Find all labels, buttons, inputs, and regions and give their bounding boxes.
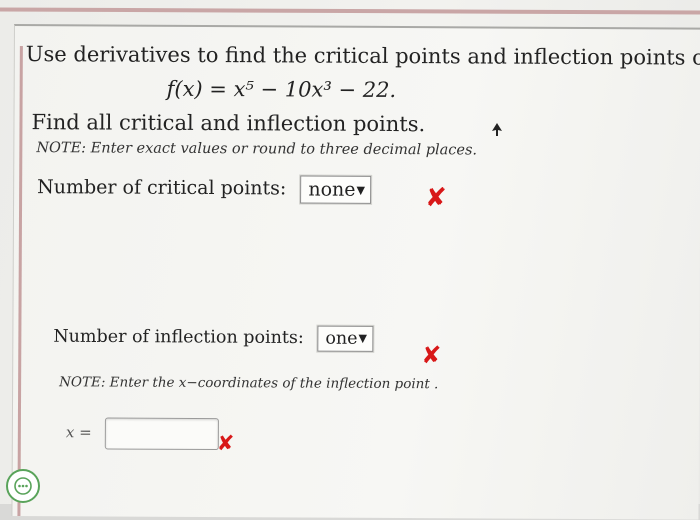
inflection-points-selected-value: one [325,328,358,349]
dropdown-arrow-icon: ▼ [356,183,366,197]
function-formula: f(x) = x⁵ − 10x³ − 22. [166,76,397,103]
card-accent-stripe [17,46,23,517]
critical-points-label: Number of critical points: [37,176,287,200]
help-chat-glyph-icon [14,477,32,495]
header-divider [0,7,700,15]
incorrect-x-icon: ✘ [425,183,447,214]
page: Use derivatives to find the critical poi… [0,0,700,520]
inflection-note: NOTE: Enter the x−coordinates of the inf… [59,374,439,393]
rounding-note: NOTE: Enter exact values or round to thr… [36,140,478,159]
incorrect-x-icon: ✘ [216,431,235,456]
inflection-x-input[interactable] [104,417,219,451]
question-intro: Use derivatives to find the critical poi… [25,42,700,70]
critical-points-row: Number of critical points: none▼ [37,174,372,204]
critical-points-select[interactable]: none▼ [300,175,372,204]
question-card: Use derivatives to find the critical poi… [11,24,700,520]
inflection-points-row: Number of inflection points: one▼ [53,324,374,352]
pointer-cursor-icon [492,123,502,136]
answer-label: x = [65,423,92,442]
dropdown-arrow-icon: ▼ [358,331,368,345]
critical-points-selected-value: none [308,178,356,201]
question-instruction: Find all critical and inflection points. [31,110,426,137]
help-chat-icon[interactable] [6,469,40,503]
inflection-points-label: Number of inflection points: [53,326,304,349]
incorrect-x-icon: ✘ [421,341,442,370]
inflection-points-select[interactable]: one▼ [317,325,374,352]
